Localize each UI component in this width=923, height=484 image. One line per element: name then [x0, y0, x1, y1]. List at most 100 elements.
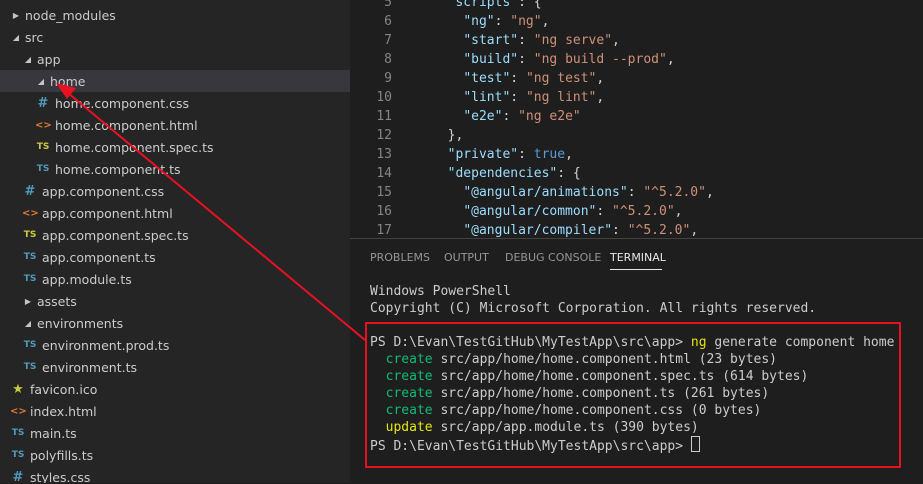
explorer-item-home-component-spec-ts[interactable]: TS home.component.spec.ts [0, 136, 350, 158]
explorer-item-label: app [37, 51, 61, 67]
chevron-down-icon[interactable]: ◢ [10, 33, 22, 42]
code-line[interactable]: 8 "build": "ng build --prod", [350, 50, 923, 69]
line-number: 16 [376, 204, 392, 219]
explorer-item-app-component-html[interactable]: <> app.component.html [0, 202, 350, 224]
explorer-item-environment-prod-ts[interactable]: TS environment.prod.ts [0, 334, 350, 356]
code-text: "start": "ng serve", [463, 33, 620, 48]
chevron-down-icon[interactable]: ◢ [35, 77, 47, 86]
explorer-item-assets[interactable]: ▶ assets [0, 290, 350, 312]
code-editor[interactable]: 5 "scripts": {6 "ng": "ng", 7 "start": "n… [350, 0, 923, 238]
line-number: 6 [384, 14, 392, 29]
explorer-item-label: home [50, 73, 86, 89]
tab-output[interactable]: OUTPUT [444, 251, 489, 264]
explorer-item-label: home.component.css [55, 95, 189, 111]
explorer-item-label: app.component.ts [42, 249, 156, 265]
explorer-item-index-html[interactable]: <> index.html [0, 400, 350, 422]
code-text: }, [447, 128, 464, 143]
ts-file-icon: TS [23, 274, 37, 284]
explorer-item-src[interactable]: ◢ src [0, 26, 350, 48]
ts-spec-file-icon: TS [36, 142, 50, 152]
code-line[interactable]: 10 "lint": "ng lint", [350, 88, 923, 107]
css-file-icon: # [37, 95, 49, 111]
explorer-item-label: styles.css [30, 469, 91, 484]
code-line[interactable]: 5 "scripts": { [350, 0, 923, 12]
line-number: 14 [376, 166, 392, 181]
explorer-item-home-component-css[interactable]: # home.component.css [0, 92, 350, 114]
annotation-highlight-box [365, 322, 901, 468]
active-tab-indicator [610, 269, 662, 270]
ts-file-icon: TS [36, 164, 50, 174]
explorer-item-node-modules[interactable]: ▶ node_modules [0, 4, 350, 26]
explorer-item-home[interactable]: ◢ home [0, 70, 350, 92]
code-text: "ng": "ng", [463, 14, 550, 29]
chevron-down-icon[interactable]: ◢ [22, 319, 34, 328]
explorer-item-label: app.component.html [42, 205, 173, 221]
ts-file-icon: TS [23, 362, 37, 372]
ts-file-icon: TS [11, 428, 25, 438]
explorer-item-label: polyfills.ts [30, 447, 94, 463]
explorer-item-environments[interactable]: ◢ environments [0, 312, 350, 334]
explorer-item-label: main.ts [30, 425, 77, 441]
code-line[interactable]: 12 }, [350, 126, 923, 145]
line-number: 9 [384, 71, 392, 86]
explorer-item-label: home.component.spec.ts [55, 139, 214, 155]
code-text: "build": "ng build --prod", [463, 52, 675, 67]
explorer-item-favicon-ico[interactable]: ★ favicon.ico [0, 378, 350, 400]
code-line[interactable]: 7 "start": "ng serve", [350, 31, 923, 50]
explorer-item-label: environment.ts [42, 359, 137, 375]
file-explorer: ▶ node_modules ◢ src ◢ app ◢ home # home.componen… [0, 0, 350, 483]
tab-problems[interactable]: PROBLEMS [370, 251, 430, 264]
ts-file-icon: TS [23, 340, 37, 350]
explorer-item-home-component-html[interactable]: <> home.component.html [0, 114, 350, 136]
code-line[interactable]: 9 "test": "ng test", [350, 69, 923, 88]
explorer-item-app[interactable]: ◢ app [0, 48, 350, 70]
code-text: "@angular/animations": "^5.2.0", [463, 185, 714, 200]
explorer-item-app-module-ts[interactable]: TS app.module.ts [0, 268, 350, 290]
chevron-right-icon[interactable]: ▶ [22, 297, 34, 306]
explorer-item-label: environment.prod.ts [42, 337, 170, 353]
code-line[interactable]: 15 "@angular/animations": "^5.2.0", [350, 183, 923, 202]
terminal-header-copyright: Copyright (C) Microsoft Corporation. All… [370, 301, 817, 316]
code-text: "@angular/common": "^5.2.0", [463, 204, 683, 219]
line-number: 7 [384, 33, 392, 48]
explorer-item-polyfills-ts[interactable]: TS polyfills.ts [0, 444, 350, 466]
code-text: "test": "ng test", [463, 71, 605, 86]
explorer-item-app-component-spec-ts[interactable]: TS app.component.spec.ts [0, 224, 350, 246]
code-text: "dependencies": { [447, 166, 581, 181]
explorer-item-app-component-ts[interactable]: TS app.component.ts [0, 246, 350, 268]
line-number: 8 [384, 52, 392, 67]
ts-file-icon: TS [11, 450, 25, 460]
explorer-item-label: favicon.ico [30, 381, 98, 397]
ts-file-icon: TS [23, 252, 37, 262]
code-line[interactable]: 17 "@angular/compiler": "^5.2.0", [350, 221, 923, 238]
line-number: 5 [384, 0, 392, 10]
tab-terminal[interactable]: TERMINAL [610, 251, 666, 264]
code-line[interactable]: 11 "e2e": "ng e2e" [350, 107, 923, 126]
html-file-icon: <> [35, 119, 52, 131]
explorer-item-label: node_modules [25, 7, 116, 23]
explorer-item-main-ts[interactable]: TS main.ts [0, 422, 350, 444]
code-line[interactable]: 13 "private": true, [350, 145, 923, 164]
explorer-item-label: index.html [30, 403, 97, 419]
line-number: 13 [376, 147, 392, 162]
code-line[interactable]: 14 "dependencies": { [350, 164, 923, 183]
explorer-item-label: environments [37, 315, 124, 331]
tab-debug-console[interactable]: DEBUG CONSOLE [505, 251, 601, 264]
chevron-right-icon[interactable]: ▶ [10, 11, 22, 20]
explorer-item-styles-css[interactable]: # styles.css [0, 466, 350, 484]
star-file-icon: ★ [12, 381, 24, 397]
html-file-icon: <> [10, 405, 27, 417]
explorer-item-home-component-ts[interactable]: TS home.component.ts [0, 158, 350, 180]
code-line[interactable]: 6 "ng": "ng", [350, 12, 923, 31]
explorer-item-app-component-css[interactable]: # app.component.css [0, 180, 350, 202]
explorer-item-label: app.module.ts [42, 271, 132, 287]
explorer-item-label: home.component.ts [55, 161, 181, 177]
code-line[interactable]: 16 "@angular/common": "^5.2.0", [350, 202, 923, 221]
line-number: 17 [376, 223, 392, 238]
explorer-item-label: assets [37, 293, 77, 309]
code-text: "scripts": { [447, 0, 542, 10]
chevron-down-icon[interactable]: ◢ [22, 55, 34, 64]
html-file-icon: <> [22, 207, 39, 219]
code-text: "lint": "ng lint", [463, 90, 605, 105]
explorer-item-environment-ts[interactable]: TS environment.ts [0, 356, 350, 378]
